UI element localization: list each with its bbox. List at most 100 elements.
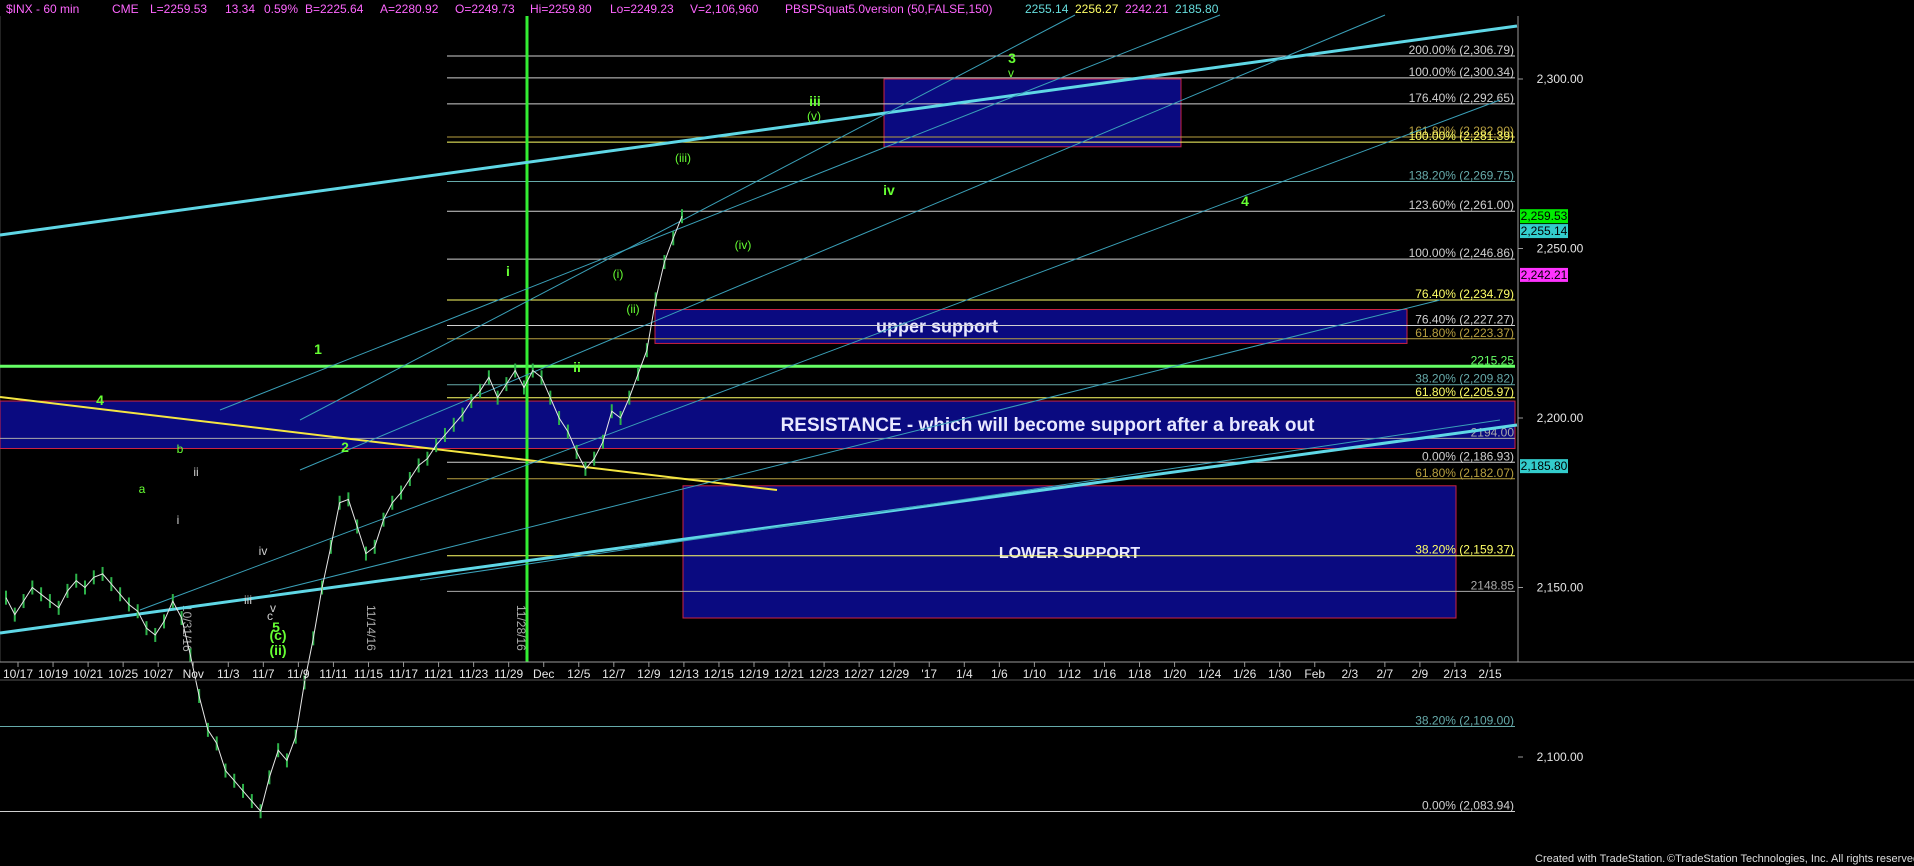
date-tick-label: 12/13 — [669, 667, 699, 681]
header-low: Lo=2249.23 — [610, 2, 674, 16]
header-study-v2: 2256.27 — [1075, 2, 1119, 16]
chart-footer: Created with TradeStation. ©TradeStation… — [1535, 853, 1914, 865]
level-label: 0.00% (2,186.93) — [1422, 449, 1514, 463]
date-tick-label: 2/9 — [1412, 667, 1429, 681]
date-tick-label: 12/15 — [704, 667, 734, 681]
level-label: 138.20% (2,269.75) — [1409, 169, 1514, 183]
level-label: 76.40% (2,234.79) — [1415, 287, 1514, 301]
wave-label: 4 — [1241, 193, 1249, 209]
date-tick-label: 2/13 — [1443, 667, 1467, 681]
header-study-v1: 2255.14 — [1025, 2, 1069, 16]
level-label: 38.20% (2,209.82) — [1415, 372, 1514, 386]
price-tick-label: 2,150.00 — [1537, 581, 1584, 595]
date-tick-label: 11/3 — [217, 667, 240, 681]
wave-label: iv — [883, 182, 895, 198]
wave-label: v — [1008, 66, 1014, 80]
date-tick-label: 12/9 — [637, 667, 661, 681]
wave-label: ii — [573, 359, 581, 375]
date-tick-label: Feb — [1304, 667, 1325, 681]
wave-label: iii — [244, 593, 252, 607]
price-marker-label: 2,259.53 — [1521, 209, 1568, 223]
date-tick-label: 11/15 — [354, 667, 383, 681]
wave-label: 1 — [314, 341, 322, 357]
level-label: 123.60% (2,261.00) — [1409, 198, 1514, 212]
date-tick-label: 2/15 — [1478, 667, 1502, 681]
level-label: 100.00% (2,300.34) — [1409, 65, 1514, 79]
header-change-pct: 0.59% — [264, 2, 298, 16]
wave-label: (iv) — [735, 238, 752, 252]
wave-label: (iii) — [675, 151, 691, 165]
header-symbol: $INX - 60 min — [6, 2, 79, 16]
price-marker-label: 2,185.80 — [1521, 459, 1568, 473]
date-tick-label: 1/12 — [1058, 667, 1082, 681]
date-tick-label: 2/7 — [1377, 667, 1394, 681]
header-ask: A=2280.92 — [380, 2, 439, 16]
header-high: Hi=2259.80 — [530, 2, 592, 16]
date-tick-label: 2/3 — [1341, 667, 1358, 681]
zone-label: RESISTANCE - which will become support a… — [781, 415, 1316, 436]
level-label: 61.80% (2,205.97) — [1415, 385, 1514, 399]
date-tick-label: Nov — [183, 667, 204, 681]
price-marker-label: 2,242.21 — [1521, 268, 1568, 282]
price-tick-label: 2,300.00 — [1537, 72, 1584, 86]
header-study-v4: 2185.80 — [1175, 2, 1219, 16]
level-label: 61.80% (2,182.07) — [1415, 466, 1514, 480]
date-tick-label: 1/4 — [956, 667, 973, 681]
header-last: L=2259.53 — [150, 2, 207, 16]
wave-label: 2 — [341, 439, 349, 455]
date-tick-label: 1/18 — [1128, 667, 1152, 681]
level-label: 76.40% (2,227.27) — [1415, 313, 1514, 327]
header-change: 13.34 — [225, 2, 255, 16]
wave-label: i — [506, 263, 510, 279]
header-study: PBSPSquat5.0version (50,FALSE,150) — [785, 2, 992, 16]
zone-label: LOWER SUPPORT — [999, 545, 1141, 562]
date-tick-label: 10/27 — [143, 667, 173, 681]
date-tick-label: 1/20 — [1163, 667, 1187, 681]
price-marker-label: 2,255.14 — [1521, 224, 1568, 238]
date-tick-label: 12/19 — [739, 667, 769, 681]
header-volume: V=2,106,960 — [690, 2, 759, 16]
wave-label: (v) — [807, 109, 821, 123]
header-study-v3: 2242.21 — [1125, 2, 1169, 16]
wave-label: (c) — [269, 627, 286, 643]
date-tick-label: Dec — [533, 667, 554, 681]
header-bid: B=2225.64 — [305, 2, 364, 16]
level-label: 176.40% (2,292.65) — [1409, 91, 1514, 105]
zone-label: upper support — [876, 316, 998, 336]
date-tick-label: 10/19 — [38, 667, 68, 681]
wave-label: (ii) — [626, 302, 639, 316]
date-tick-label: 1/26 — [1233, 667, 1257, 681]
date-tick-label: 1/16 — [1093, 667, 1117, 681]
wave-label: (i) — [613, 267, 624, 281]
date-tick-label: 1/30 — [1268, 667, 1292, 681]
footer-credit: Created with TradeStation. — [1535, 853, 1665, 865]
date-tick-label: 12/27 — [844, 667, 874, 681]
date-tick-label: 10/21 — [73, 667, 103, 681]
date-tick-label: 1/10 — [1023, 667, 1047, 681]
date-tick-label: 1/6 — [991, 667, 1008, 681]
level-label: 100.00% (2,281.39) — [1409, 129, 1514, 143]
price-tick-label: 2,250.00 — [1537, 242, 1584, 256]
price-tick-label: 2,200.00 — [1537, 411, 1584, 425]
wave-label: (ii) — [269, 642, 286, 658]
level-label: 2148.85 — [1471, 578, 1515, 592]
date-tick-label: 10/17 — [3, 667, 33, 681]
wave-label: a — [139, 482, 146, 496]
date-tick-label: 11/17 — [389, 667, 418, 681]
wave-label: iv — [259, 544, 268, 558]
level-label: 2215.25 — [1471, 353, 1515, 367]
wave-label: 3 — [1008, 50, 1016, 66]
wave-label: i — [177, 513, 180, 527]
date-tick-label: '17 — [921, 667, 937, 681]
date-tick-label: 12/23 — [809, 667, 839, 681]
date-tick-label: 11/29 — [494, 667, 523, 681]
date-tick-label: 11/9 — [287, 667, 310, 681]
wave-label: b — [177, 442, 184, 456]
price-chart: upper support RESISTANCE - which will bec… — [0, 0, 1914, 866]
wave-label: 4 — [96, 392, 104, 408]
header-open: O=2249.73 — [455, 2, 515, 16]
price-tick-label: 2,100.00 — [1537, 750, 1584, 764]
level-label: 100.00% (2,246.86) — [1409, 246, 1514, 260]
date-tick-label: 11/11 — [319, 667, 348, 681]
vertical-date-label: 11/14/16 — [364, 605, 378, 651]
